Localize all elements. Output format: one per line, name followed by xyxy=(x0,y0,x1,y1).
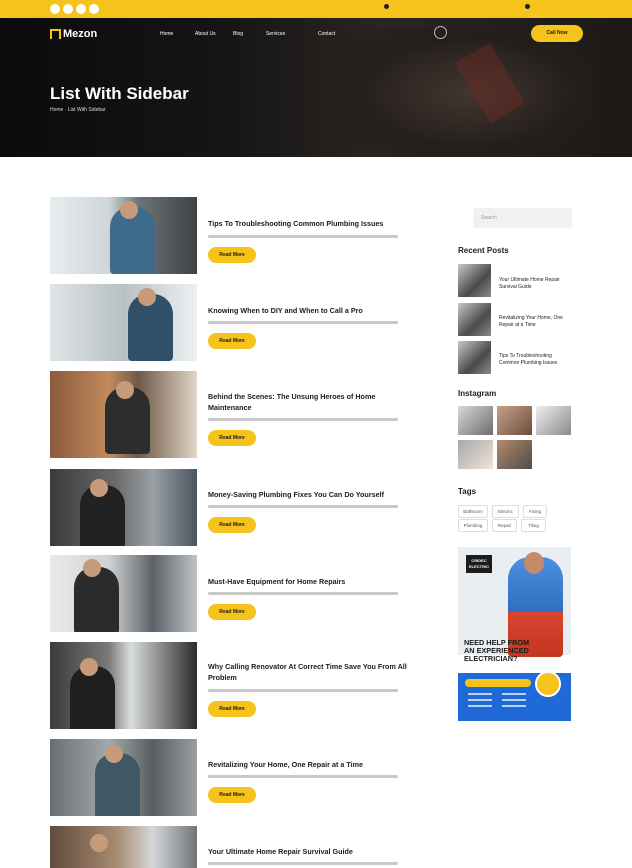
recent-post-thumbnail[interactable] xyxy=(458,341,491,374)
read-more-button[interactable]: Read More xyxy=(208,517,256,533)
post-title[interactable]: Behind the Scenes: The Unsung Heroes of … xyxy=(208,391,408,413)
instagram-photo[interactable] xyxy=(458,406,493,435)
recent-post-title[interactable]: Your Ultimate Home Repair Survival Guide xyxy=(499,277,571,291)
ad-phone xyxy=(465,679,531,687)
post-title[interactable]: Must-Have Equipment for Home Repairs xyxy=(208,576,408,587)
tag[interactable]: Plumbing xyxy=(458,519,488,532)
twitter-icon[interactable] xyxy=(63,4,73,14)
page-title: List With Sidebar xyxy=(50,84,189,103)
read-more-button[interactable]: Read More xyxy=(208,430,256,446)
read-more-button[interactable]: Read More xyxy=(208,247,256,263)
tag[interactable]: Electric xyxy=(492,505,519,518)
nav-services[interactable]: Services xyxy=(266,31,285,37)
ad-headline: NEED HELP FROM AN EXPERIENCED ELECTRICIA… xyxy=(464,638,530,663)
post-title[interactable]: Revitalizing Your Home, One Repair at a … xyxy=(208,759,408,770)
read-more-button[interactable]: Read More xyxy=(208,604,256,620)
instagram-icon[interactable] xyxy=(76,4,86,14)
top-info-address xyxy=(384,4,391,10)
house-logo-icon xyxy=(50,29,61,40)
instagram-photo[interactable] xyxy=(536,406,571,435)
post-excerpt xyxy=(208,862,398,865)
post-thumbnail[interactable] xyxy=(50,826,197,868)
ad-badge-circle xyxy=(535,671,561,697)
nav-contact[interactable]: Contact xyxy=(318,31,335,37)
instagram-photo[interactable] xyxy=(458,440,493,469)
post-excerpt xyxy=(208,418,398,421)
youtube-icon[interactable] xyxy=(89,4,99,14)
recent-post-thumbnail[interactable] xyxy=(458,264,491,297)
post-thumbnail[interactable] xyxy=(50,371,197,458)
tag[interactable]: Fixing xyxy=(523,505,547,518)
phone-icon xyxy=(434,26,447,39)
search-input[interactable]: Search xyxy=(473,208,572,228)
tag[interactable]: Repair xyxy=(492,519,517,532)
site-logo[interactable]: Mezon xyxy=(50,28,97,40)
nav-home[interactable]: Home xyxy=(160,31,173,37)
post-title[interactable]: Tips To Troubleshooting Common Plumbing … xyxy=(208,218,408,229)
top-bar xyxy=(0,0,632,18)
breadcrumb[interactable]: Home · List With Sidebar xyxy=(50,107,106,113)
electrician-ad-banner[interactable]: CRIDEC ELECTRIC NEED HELP FROM AN EXPERI… xyxy=(458,547,571,721)
facebook-icon[interactable] xyxy=(50,4,60,14)
post-thumbnail[interactable] xyxy=(50,642,197,729)
tags-heading: Tags xyxy=(458,487,477,496)
recent-post-thumbnail[interactable] xyxy=(458,303,491,336)
instagram-photo[interactable] xyxy=(497,406,532,435)
tag[interactable]: Bathroom xyxy=(458,505,488,518)
recent-posts-heading: Recent Posts xyxy=(458,246,509,255)
instagram-heading: Instagram xyxy=(458,389,497,398)
post-title[interactable]: Money-Saving Plumbing Fixes You Can Do Y… xyxy=(208,489,408,500)
post-excerpt xyxy=(208,775,398,778)
post-title[interactable]: Your Ultimate Home Repair Survival Guide xyxy=(208,846,408,857)
post-thumbnail[interactable] xyxy=(50,739,197,816)
recent-post-title[interactable]: Tips To Troubleshooting Common Plumbing … xyxy=(499,353,571,367)
read-more-button[interactable]: Read More xyxy=(208,701,256,717)
call-now-button[interactable]: Call Now xyxy=(531,25,583,42)
recent-post-title[interactable]: Revitalizing Your Home, One Repair at a … xyxy=(499,315,571,329)
ad-brand-badge: CRIDEC ELECTRIC xyxy=(466,555,492,573)
post-thumbnail[interactable] xyxy=(50,284,197,361)
post-title[interactable]: Knowing When to DIY and When to Call a P… xyxy=(208,305,408,316)
nav-about[interactable]: About Us xyxy=(195,31,216,37)
read-more-button[interactable]: Read More xyxy=(208,787,256,803)
tag[interactable]: Tiling xyxy=(521,519,546,532)
post-excerpt xyxy=(208,235,398,238)
post-thumbnail[interactable] xyxy=(50,555,197,632)
mail-icon xyxy=(525,4,530,10)
nav-blog[interactable]: Blog xyxy=(233,31,243,37)
post-thumbnail[interactable] xyxy=(50,197,197,274)
instagram-photo[interactable] xyxy=(497,440,532,469)
post-excerpt xyxy=(208,592,398,595)
post-title[interactable]: Why Calling Renovator At Correct Time Sa… xyxy=(208,661,408,683)
location-icon xyxy=(384,4,389,10)
read-more-button[interactable]: Read More xyxy=(208,333,256,349)
top-info-email xyxy=(525,4,532,10)
post-excerpt xyxy=(208,505,398,508)
post-thumbnail[interactable] xyxy=(50,469,197,546)
post-excerpt xyxy=(208,321,398,324)
post-excerpt xyxy=(208,689,398,692)
